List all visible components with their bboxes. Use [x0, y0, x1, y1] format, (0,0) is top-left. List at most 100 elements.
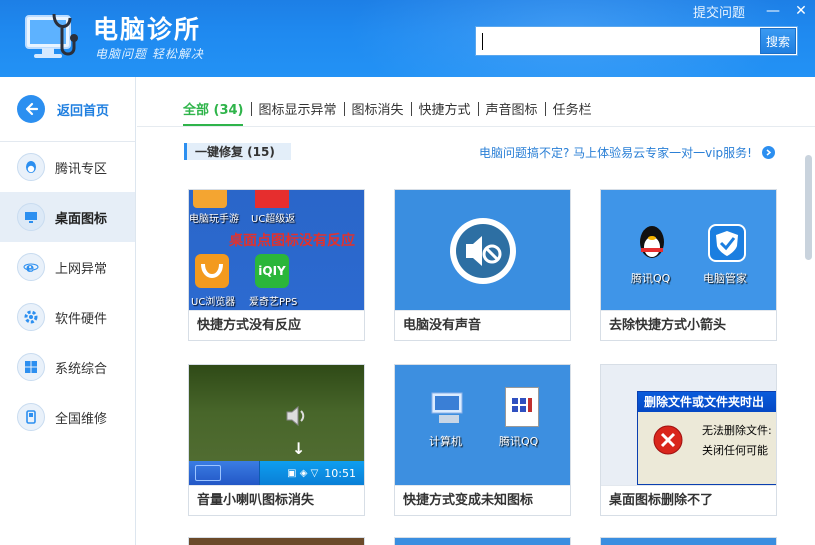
sidebar-item-desktop-icons[interactable]: 桌面图标 — [0, 192, 135, 242]
card-caption: 桌面图标删除不了 — [601, 485, 776, 515]
card-thumbnail: 腾讯QQ 电脑管家 — [601, 190, 776, 310]
category-tabs: 全部 (34) 图标显示异常 图标消失 快捷方式 声音图标 任务栏 — [183, 99, 592, 118]
sidebar-item-system[interactable]: 系统综合 — [0, 342, 135, 392]
vip-promo-link[interactable]: 电脑问题搞不定? 马上体验易云专家一对一vip服务! — [479, 144, 775, 161]
card-caption: 电脑没有声音 — [395, 310, 570, 340]
sidebar-item-label: 桌面图标 — [55, 211, 108, 227]
sidebar-item-hardware[interactable]: 软件硬件 — [0, 292, 135, 342]
computer-icon — [429, 391, 465, 429]
icon-label: 腾讯QQ — [631, 272, 671, 285]
main-panel: 全部 (34) 图标显示异常 图标消失 快捷方式 声音图标 任务栏 一键修复 (… — [137, 77, 815, 545]
sidebar: 返回首页 腾讯专区 桌面图标 e 上网异常 软件硬件 系统综合 全国维修 — [0, 77, 136, 545]
tab-divider — [410, 101, 412, 116]
icon-label: 腾讯QQ — [499, 435, 539, 448]
dialog-title: 删除文件或文件夹时出 — [638, 392, 776, 412]
card-thumbnail: ↓ ▣ ◈ ▽ 10:51 — [189, 365, 364, 485]
issue-card[interactable]: 计算机 腾讯QQ 快捷方式变成未知图标 — [394, 364, 571, 516]
card-caption: 音量小喇叭图标消失 — [189, 485, 364, 515]
iqiyi-icon: iQIY — [255, 254, 289, 288]
sidebar-item-label: 腾讯专区 — [55, 161, 108, 177]
qq-penguin-icon — [637, 222, 667, 266]
tab-divider — [477, 101, 479, 116]
ie-browser-icon: e — [17, 253, 45, 281]
icon-label: 电脑管家 — [703, 272, 747, 285]
unknown-file-icon — [505, 387, 539, 427]
overlay-caption: 桌面点图标没有反应 — [229, 233, 355, 249]
tab-divider — [544, 101, 546, 116]
tab-all[interactable]: 全部 (34) — [183, 99, 244, 118]
sidebar-item-network[interactable]: e 上网异常 — [0, 242, 135, 292]
sidebar-item-label: 上网异常 — [55, 261, 108, 277]
card-thumbnail: 电脑玩手游 UC超级返 桌面点图标没有反应 UC浏览器 iQIY 爱奇艺PPS — [189, 190, 364, 310]
sidebar-item-label: 全国维修 — [55, 411, 108, 427]
monitor-icon — [17, 203, 45, 231]
icon-label: 爱奇艺PPS — [249, 297, 298, 308]
section-title: 一键修复 (15) — [184, 143, 291, 160]
error-x-icon — [652, 424, 684, 460]
issue-card[interactable]: 删除文件或文件夹时出 无法删除文件: 关闭任何可能 桌面图标删除不了 — [600, 364, 777, 516]
close-button[interactable]: ✕ — [787, 0, 815, 22]
sidebar-item-label: 软件硬件 — [55, 311, 108, 327]
sidebar-item-tencent[interactable]: 腾讯专区 — [0, 142, 135, 192]
issue-card-partial[interactable] — [394, 537, 571, 545]
card-caption: 去除快捷方式小箭头 — [601, 310, 776, 340]
minimize-button[interactable]: — — [759, 0, 787, 22]
windows-logo-icon — [17, 353, 45, 381]
back-home-button[interactable]: 返回首页 — [0, 77, 135, 142]
svg-text:e: e — [26, 261, 34, 275]
dialog-line-2: 关闭任何可能 — [702, 444, 768, 457]
keyboard-icon — [195, 465, 221, 481]
phone-icon — [17, 403, 45, 431]
pc-manager-shield-icon — [708, 224, 746, 262]
tab-divider — [250, 101, 252, 116]
game-app-icon — [193, 190, 227, 208]
system-tray: ▣ ◈ ▽ 10:51 — [259, 461, 364, 485]
xp-taskbar: ▣ ◈ ▽ 10:51 — [189, 461, 364, 485]
back-arrow-icon — [17, 95, 45, 123]
issue-card[interactable]: ↓ ▣ ◈ ▽ 10:51 音量小喇叭图标消失 — [188, 364, 365, 516]
issue-card[interactable]: 电脑玩手游 UC超级返 桌面点图标没有反应 UC浏览器 iQIY 爱奇艺PPS … — [188, 189, 365, 341]
icon-label: 计算机 — [429, 435, 462, 448]
card-thumbnail — [395, 190, 570, 310]
issue-card[interactable]: 电脑没有声音 — [394, 189, 571, 341]
text-caret — [482, 33, 483, 50]
qq-penguin-icon — [17, 153, 45, 181]
app-slogan: 电脑问题 轻松解决 — [95, 47, 204, 61]
tray-clock: 10:51 — [324, 466, 356, 480]
uc-browser-icon — [195, 254, 229, 288]
card-caption: 快捷方式没有反应 — [189, 310, 364, 340]
scrollbar-thumb[interactable] — [805, 155, 812, 260]
chevron-right-icon — [762, 146, 775, 159]
app-title: 电脑诊所 — [93, 15, 202, 44]
icon-label: 电脑玩手游 — [189, 214, 239, 225]
uc-return-icon — [255, 190, 289, 208]
search-button[interactable]: 搜索 — [760, 28, 796, 54]
tab-sound-icon[interactable]: 声音图标 — [486, 99, 538, 118]
dialog-line-1: 无法删除文件: — [702, 424, 772, 437]
card-thumbnail: 删除文件或文件夹时出 无法删除文件: 关闭任何可能 — [601, 365, 776, 485]
card-caption: 快捷方式变成未知图标 — [395, 485, 570, 515]
tab-icon-display[interactable]: 图标显示异常 — [259, 99, 337, 118]
tab-icon-missing[interactable]: 图标消失 — [352, 99, 404, 118]
tab-divider — [343, 101, 345, 116]
tab-taskbar[interactable]: 任务栏 — [553, 99, 592, 118]
error-dialog: 删除文件或文件夹时出 无法删除文件: 关闭任何可能 — [637, 391, 776, 485]
active-tab-indicator — [183, 124, 243, 126]
tabs-divider-line — [137, 126, 815, 127]
window-controls: 提交问题 — ✕ — [693, 0, 815, 22]
search-box: 搜索 — [475, 26, 798, 56]
app-logo-icon — [24, 10, 80, 64]
issue-card-partial[interactable] — [188, 537, 365, 545]
sidebar-item-repair[interactable]: 全国维修 — [0, 392, 135, 442]
speaker-muted-icon — [448, 216, 518, 290]
card-thumbnail: 计算机 腾讯QQ — [395, 365, 570, 485]
icon-label: UC浏览器 — [191, 297, 236, 308]
search-input[interactable] — [476, 27, 759, 55]
issue-card-partial[interactable] — [600, 537, 777, 545]
gear-icon — [17, 303, 45, 331]
feedback-link[interactable]: 提交问题 — [693, 2, 745, 21]
tab-shortcuts[interactable]: 快捷方式 — [419, 99, 471, 118]
issue-card[interactable]: 腾讯QQ 电脑管家 去除快捷方式小箭头 — [600, 189, 777, 341]
app-header: 电脑诊所 电脑问题 轻松解决 提交问题 — ✕ 搜索 — [0, 0, 815, 77]
back-home-label: 返回首页 — [57, 103, 110, 119]
